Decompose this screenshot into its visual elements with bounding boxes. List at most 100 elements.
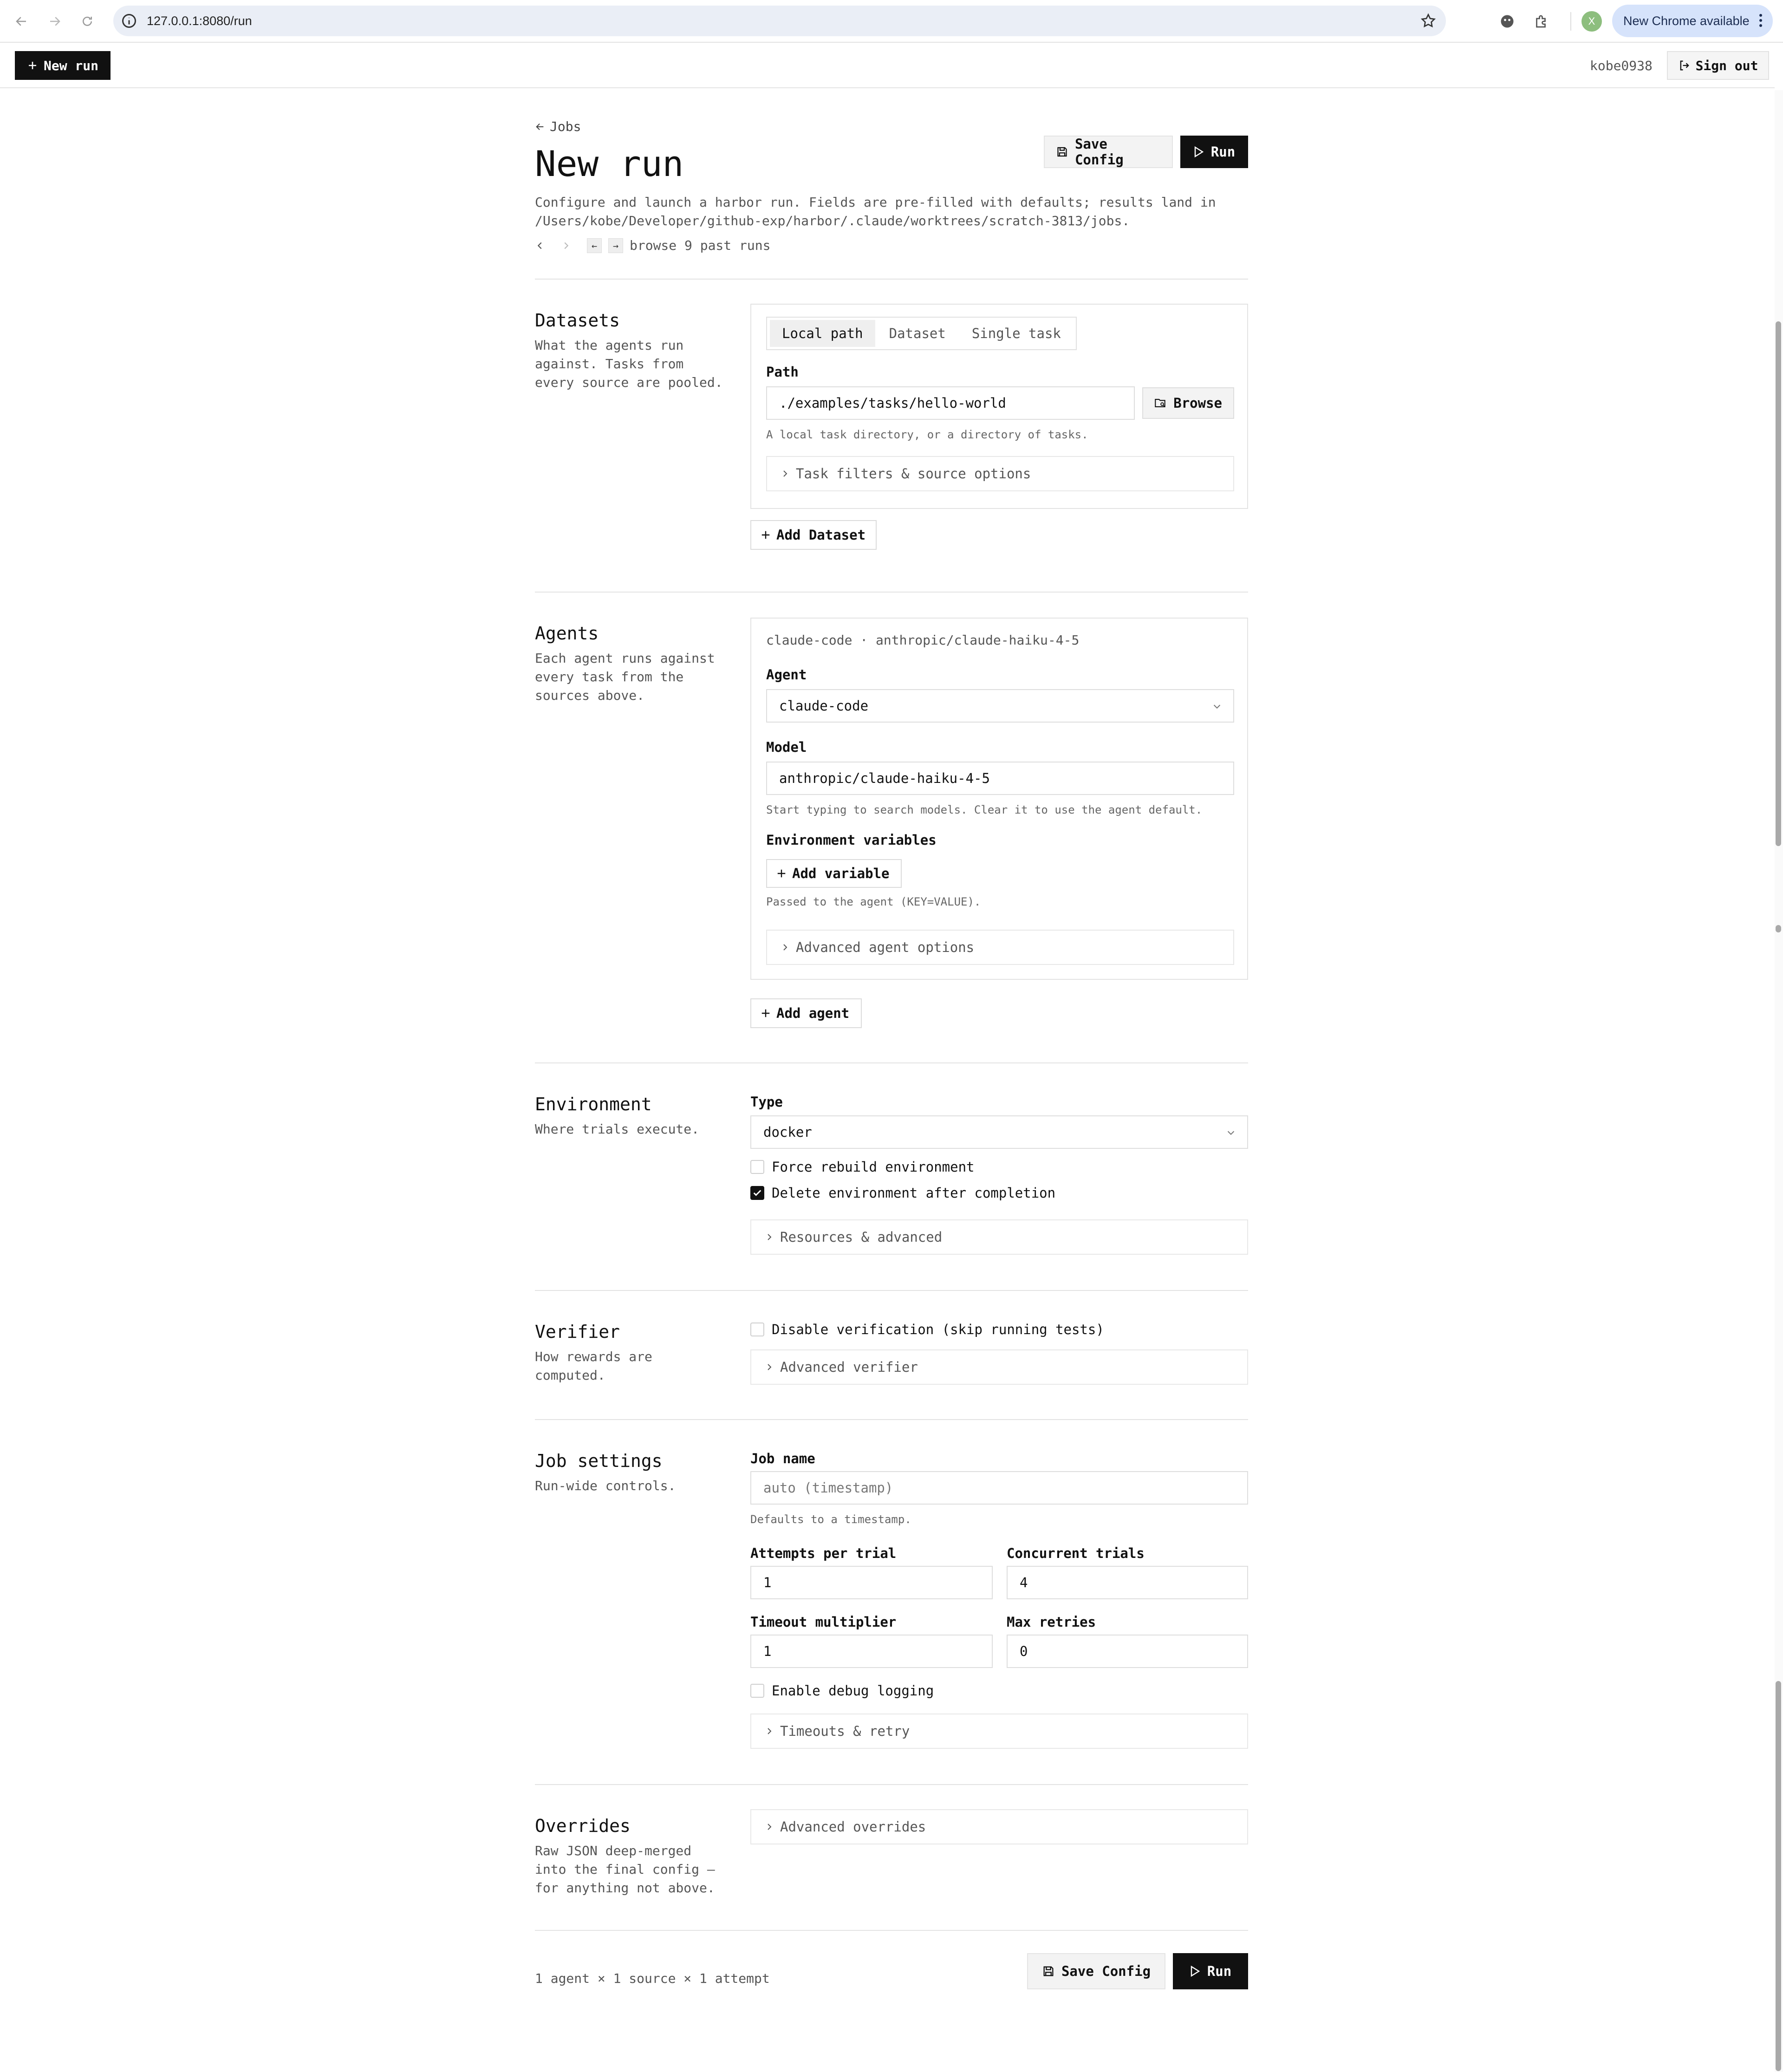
force-rebuild-checkbox[interactable]: Force rebuild environment <box>750 1159 975 1175</box>
past-runs-navigator: ← → browse 9 past runs <box>535 238 770 253</box>
attempts-input[interactable]: 1 <box>750 1566 993 1599</box>
chevron-down-icon <box>1227 1131 1235 1135</box>
debug-logging-checkbox[interactable]: Enable debug logging <box>750 1683 934 1699</box>
agent-card-summary: claude-code · anthropic/claude-haiku-4-5 <box>766 632 1080 648</box>
footer-run-button[interactable]: Run <box>1173 1953 1248 1989</box>
disable-verification-checkbox[interactable]: Disable verification (skip running tests… <box>750 1322 1104 1337</box>
save-config-button[interactable]: Save Config <box>1044 136 1173 168</box>
dataset-source-tabs: Local path Dataset Single task <box>766 317 1077 350</box>
advanced-verifier-collapsible[interactable]: Advanced verifier <box>750 1349 1248 1385</box>
section-divider <box>535 592 1248 593</box>
debug-logging-label: Enable debug logging <box>772 1683 934 1699</box>
scrollbar-thumb-secondary[interactable] <box>1776 676 1781 846</box>
footer-run-label: Run <box>1207 1963 1232 1979</box>
tab-local-path[interactable]: Local path <box>770 320 875 347</box>
overrides-section: Overrides Raw JSON deep-merged into the … <box>535 1809 1248 1909</box>
environment-type-value: docker <box>763 1124 812 1140</box>
debug-logging-box[interactable] <box>750 1684 764 1698</box>
section-divider <box>535 1290 1248 1291</box>
concurrent-trials-label: Concurrent trials <box>1007 1545 1145 1561</box>
delete-after-checkbox[interactable]: Delete environment after completion <box>750 1185 1055 1201</box>
agent-select[interactable]: claude-code <box>766 689 1234 723</box>
timeouts-retry-label: Timeouts & retry <box>780 1723 910 1739</box>
extensions-puzzle-icon[interactable] <box>1530 10 1553 33</box>
timeout-multiplier-input[interactable]: 1 <box>750 1635 993 1668</box>
add-dataset-button[interactable]: Add Dataset <box>750 520 877 550</box>
add-variable-button[interactable]: Add variable <box>766 859 902 888</box>
resources-advanced-label: Resources & advanced <box>780 1229 943 1245</box>
overrides-title: Overrides <box>535 1816 631 1836</box>
scrollbar-marker <box>1776 925 1781 932</box>
browser-toolbar: 127.0.0.1:8080/run X New Chrome availabl… <box>0 0 1783 43</box>
tab-single-task[interactable]: Single task <box>960 320 1073 347</box>
run-button[interactable]: Run <box>1180 136 1248 168</box>
past-runs-label: browse 9 past runs <box>630 238 771 253</box>
sign-out-button[interactable]: Sign out <box>1667 51 1769 80</box>
model-label: Model <box>766 739 807 755</box>
next-run-chevron-icon[interactable] <box>561 241 571 251</box>
verifier-title: Verifier <box>535 1322 620 1342</box>
save-icon <box>1043 1966 1054 1976</box>
chevron-down-icon <box>1213 704 1221 709</box>
path-input[interactable]: ./examples/tasks/hello-world <box>766 386 1135 420</box>
section-divider <box>535 1062 1248 1063</box>
chrome-update-button[interactable]: New Chrome available <box>1612 5 1773 37</box>
datasets-description: What the agents run against. Tasks from … <box>535 338 723 390</box>
force-rebuild-box[interactable] <box>750 1160 764 1174</box>
delete-after-box[interactable] <box>750 1186 764 1200</box>
environment-title: Environment <box>535 1094 652 1114</box>
disable-verification-box[interactable] <box>750 1323 764 1336</box>
max-retries-input[interactable]: 0 <box>1007 1635 1248 1668</box>
back-to-jobs-link[interactable]: Jobs <box>535 119 581 134</box>
path-hint: A local task directory, or a directory o… <box>766 428 1088 441</box>
advanced-overrides-collapsible[interactable]: Advanced overrides <box>750 1809 1248 1844</box>
concurrent-trials-input[interactable]: 4 <box>1007 1566 1248 1599</box>
site-info-icon[interactable] <box>121 13 137 29</box>
address-bar[interactable]: 127.0.0.1:8080/run <box>113 6 1446 36</box>
scrollbar-thumb-lower[interactable] <box>1776 1681 1781 2071</box>
timeout-multiplier-label: Timeout multiplier <box>750 1614 897 1630</box>
save-config-label: Save Config <box>1074 136 1124 168</box>
new-run-button[interactable]: New run <box>15 51 111 80</box>
agents-title: Agents <box>535 623 599 644</box>
timeouts-retry-collapsible[interactable]: Timeouts & retry <box>750 1714 1248 1749</box>
add-agent-button[interactable]: Add agent <box>750 998 862 1028</box>
address-url[interactable]: 127.0.0.1:8080/run <box>147 6 252 36</box>
chrome-update-label: New Chrome available <box>1623 13 1750 28</box>
datasets-title: Datasets <box>535 310 620 331</box>
datasets-section: Datasets What the agents run against. Ta… <box>535 304 1248 570</box>
chevron-right-icon <box>768 1728 772 1734</box>
job-settings-section: Job settings Run-wide controls. Job name… <box>535 1451 1248 1757</box>
footer-save-config-button[interactable]: Save Config <box>1027 1953 1165 1989</box>
page-title: New run <box>535 143 684 184</box>
browse-button[interactable]: Browse <box>1142 387 1234 419</box>
agent-label: Agent <box>766 667 807 683</box>
chevron-right-icon <box>768 1234 772 1240</box>
back-arrow-icon[interactable] <box>10 10 33 33</box>
arrow-left-icon <box>536 123 544 130</box>
advanced-agent-options-collapsible[interactable]: Advanced agent options <box>766 930 1234 965</box>
right-arrow-key-icon: → <box>608 238 623 253</box>
job-name-label: Job name <box>750 1451 815 1466</box>
header-actions: Save Config Run <box>1044 136 1248 168</box>
job-name-input[interactable]: auto (timestamp) <box>750 1471 1248 1505</box>
app-header: New run kobe0938 Sign out <box>0 44 1775 88</box>
reload-icon[interactable] <box>76 10 98 33</box>
previous-run-chevron-icon[interactable] <box>535 241 545 251</box>
extension-icon[interactable] <box>1496 10 1518 33</box>
tab-dataset[interactable]: Dataset <box>877 320 958 347</box>
task-filters-collapsible[interactable]: Task filters & source options <box>766 456 1234 491</box>
forward-arrow-icon[interactable] <box>44 10 66 33</box>
plus-icon <box>28 62 36 69</box>
profile-avatar[interactable]: X <box>1581 11 1602 32</box>
job-settings-description: Run-wide controls. <box>535 1478 676 1493</box>
environment-type-select[interactable]: docker <box>750 1115 1248 1149</box>
job-name-hint: Defaults to a timestamp. <box>750 1513 911 1526</box>
force-rebuild-label: Force rebuild environment <box>772 1159 975 1175</box>
more-menu-icon[interactable] <box>1759 12 1763 29</box>
page-description: Configure and launch a harbor run. Field… <box>535 193 1248 230</box>
env-vars-label: Environment variables <box>766 832 937 848</box>
resources-advanced-collapsible[interactable]: Resources & advanced <box>750 1219 1248 1255</box>
bookmark-star-icon[interactable] <box>1420 13 1437 29</box>
model-input[interactable]: anthropic/claude-haiku-4-5 <box>766 762 1234 795</box>
